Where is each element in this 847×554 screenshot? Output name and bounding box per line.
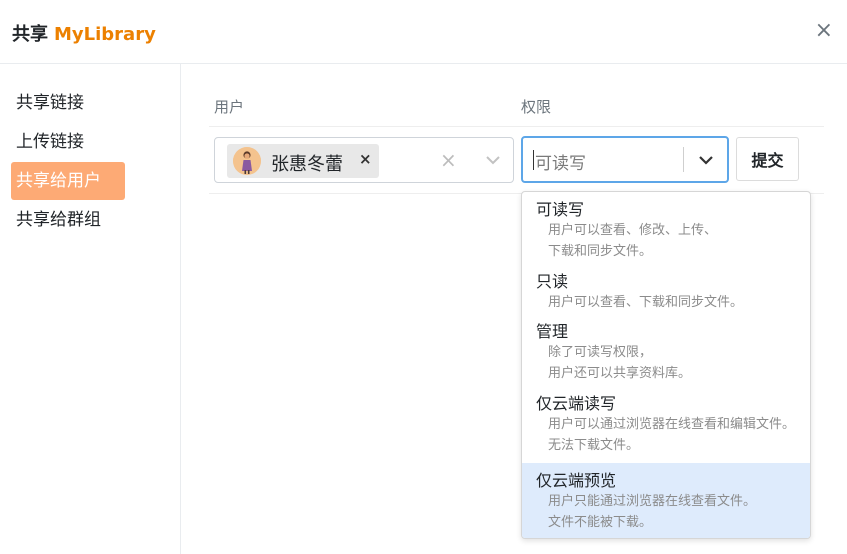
option-title: 仅云端预览 xyxy=(536,471,617,490)
submit-button[interactable]: 提交 xyxy=(736,137,799,181)
permission-select[interactable]: 可读写 xyxy=(521,136,729,183)
sidebar: 共享链接 上传链接 共享给用户 共享给群组 xyxy=(0,64,181,554)
chevron-down-icon[interactable] xyxy=(697,152,715,166)
option-desc: 无法下载文件。 xyxy=(548,438,640,453)
option-admin[interactable]: 管理 除了可读写权限， 用户还可以共享资料库。 xyxy=(522,314,810,386)
sidebar-item-upload-link[interactable]: 上传链接 xyxy=(11,123,125,161)
option-read-write[interactable]: 可读写 用户可以查看、修改、上传、 下载和同步文件。 xyxy=(522,192,810,264)
option-desc: 下载和同步文件。 xyxy=(548,244,653,259)
option-cloud-edit[interactable]: 仅云端读写 用户可以通过浏览器在线查看和编辑文件。 无法下载文件。 xyxy=(522,386,810,458)
dialog-title-prefix: 共享 xyxy=(12,24,48,45)
permission-dropdown-menu: 可读写 用户可以查看、修改、上传、 下载和同步文件。 只读 用户可以查看、下载和… xyxy=(521,191,811,539)
column-header-user: 用户 xyxy=(214,98,245,116)
library-name: MyLibrary xyxy=(54,24,156,45)
option-title: 仅云端读写 xyxy=(536,394,617,413)
text-cursor xyxy=(533,150,534,170)
clear-icon[interactable]: × xyxy=(440,148,457,172)
option-desc: 用户只能通过浏览器在线查看文件。 xyxy=(548,494,757,509)
sidebar-item-share-to-group[interactable]: 共享给群组 xyxy=(11,201,125,239)
option-desc: 除了可读写权限， xyxy=(548,345,653,360)
selected-user-name: 张惠冬蕾 xyxy=(271,154,343,175)
option-cloud-preview[interactable]: 仅云端预览 用户只能通过浏览器在线查看文件。 文件不能被下载。 xyxy=(522,463,810,538)
user-select[interactable]: 张惠冬蕾 × × xyxy=(214,137,514,183)
dialog-title: 共享 MyLibrary xyxy=(12,20,156,46)
option-read-only[interactable]: 只读 用户可以查看、下载和同步文件。 xyxy=(522,264,810,314)
option-desc: 用户可以查看、修改、上传、 xyxy=(548,223,718,238)
option-title: 可读写 xyxy=(536,200,585,219)
sidebar-item-share-link[interactable]: 共享链接 xyxy=(11,84,125,122)
option-desc: 文件不能被下载。 xyxy=(548,515,653,530)
option-desc: 用户可以查看、下载和同步文件。 xyxy=(548,295,744,310)
user-avatar-icon xyxy=(233,147,261,175)
header-divider xyxy=(209,126,824,127)
column-header-permission: 权限 xyxy=(521,98,552,116)
dialog-header: 共享 MyLibrary × xyxy=(0,0,847,64)
option-desc: 用户可以通过浏览器在线查看和编辑文件。 xyxy=(548,417,796,432)
selected-user-chip: 张惠冬蕾 × xyxy=(227,144,379,178)
option-title: 管理 xyxy=(536,322,569,341)
option-desc: 用户还可以共享资料库。 xyxy=(548,366,692,381)
option-title: 只读 xyxy=(536,272,569,291)
chevron-down-icon[interactable] xyxy=(484,152,502,166)
close-icon[interactable]: × xyxy=(815,20,833,42)
sidebar-item-share-to-user[interactable]: 共享给用户 xyxy=(11,162,125,200)
permission-value: 可读写 xyxy=(535,154,586,174)
remove-user-icon[interactable]: × xyxy=(359,150,372,168)
select-separator xyxy=(683,147,684,172)
